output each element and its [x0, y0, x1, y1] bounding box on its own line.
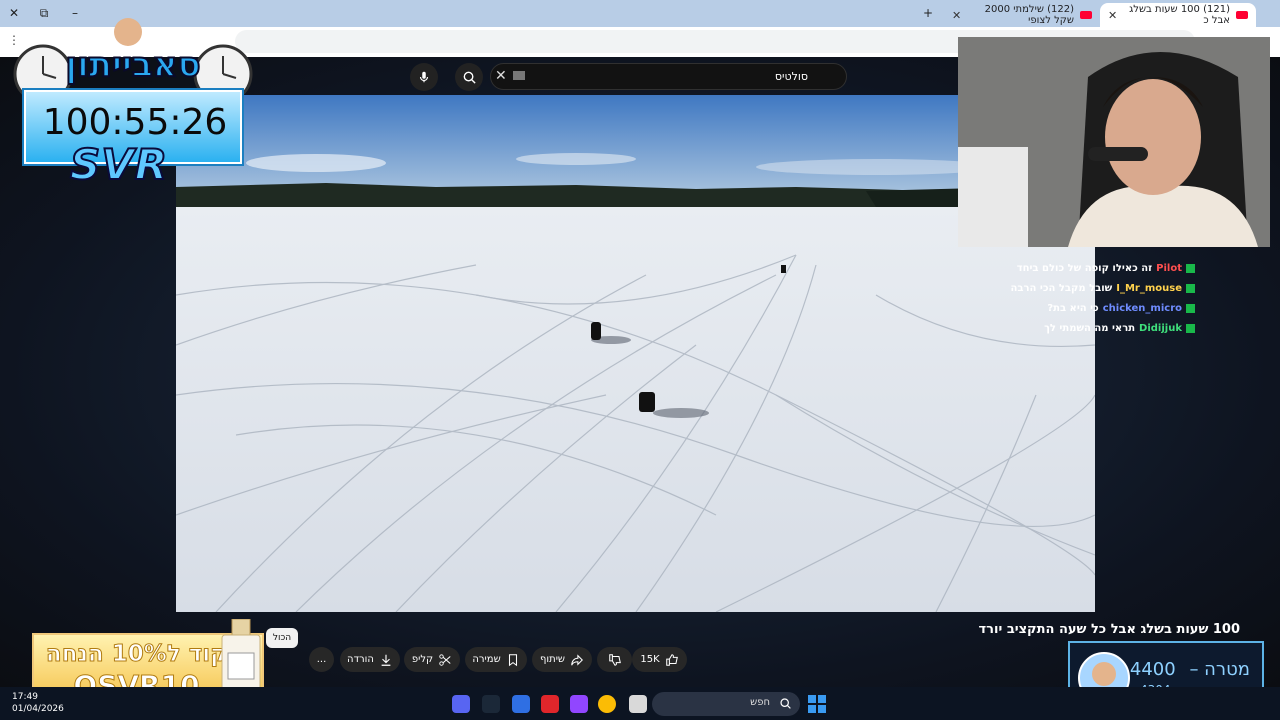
bookmark-icon: [508, 653, 517, 666]
goal-target: 4400: [1129, 659, 1176, 680]
search-icon: [463, 71, 476, 84]
download-icon: [381, 654, 391, 666]
chat-message: Pilot זה כאילו קופה של כולם ביחד: [975, 258, 1195, 278]
chat-username: Pilot: [1156, 262, 1182, 274]
twitch-icon[interactable]: [570, 695, 588, 713]
microphone-icon: [419, 71, 429, 83]
keyboard-icon[interactable]: [513, 71, 525, 80]
thumbs-up-icon: [665, 653, 678, 666]
voice-search-button[interactable]: [410, 63, 438, 91]
search-button[interactable]: [455, 63, 483, 91]
share-icon: [571, 653, 584, 666]
mod-badge-icon: [1186, 303, 1195, 313]
chat-username: I_Mr_mouse: [1116, 282, 1182, 294]
webcam-feed: [958, 37, 1270, 247]
screen: ✕ ⧉ – (122) שילמתי 2000 שקל לצופי ✕ (121…: [0, 0, 1280, 720]
webcam-image: [958, 37, 1270, 247]
search-icon: [780, 698, 791, 709]
tab-active[interactable]: (121) 100 שעות בשלג אבל כ ✕: [1100, 3, 1256, 27]
chat-text: תראי מה השמתי לך: [1044, 322, 1136, 334]
clock-time: 17:49: [12, 692, 38, 702]
new-tab-button[interactable]: +: [918, 4, 938, 22]
steam-icon[interactable]: [482, 695, 500, 713]
taskbar-search-placeholder: חפש: [750, 697, 770, 708]
download-label: הורדה: [347, 654, 374, 665]
taskbar-search[interactable]: חפש: [652, 692, 800, 716]
youtube-icon: [1236, 11, 1248, 19]
more-actions-button[interactable]: ...: [309, 647, 334, 672]
chat-text: שובל מקבל הכי הרבה: [1010, 282, 1113, 294]
chrome-icon[interactable]: [598, 695, 616, 713]
chat-text: כי היא בת?: [1047, 302, 1099, 314]
logo-text: סאבייתון: [65, 45, 200, 85]
notepad-icon[interactable]: [512, 695, 530, 713]
app-icon[interactable]: [541, 695, 559, 713]
chat-username: Didijjuk: [1139, 322, 1182, 334]
clip-label: קליפ: [411, 654, 434, 665]
share-button[interactable]: שיתוף: [532, 647, 592, 672]
save-button[interactable]: שמירה: [465, 647, 527, 672]
tab-secondary[interactable]: (122) שילמתי 2000 שקל לצופי ✕: [944, 3, 1100, 27]
chat-message: I_Mr_mouse שובל מקבל הכי הרבה: [975, 278, 1195, 298]
clock-date: 01/04/2026: [12, 704, 64, 714]
share-label: שיתוף: [540, 654, 566, 665]
save-label: שמירה: [472, 654, 501, 665]
promo-text: קוד ל10% הנחה: [45, 641, 228, 668]
goal-title: מטרה –: [1189, 659, 1250, 680]
like-button[interactable]: 15K: [632, 647, 687, 672]
tab-close-icon[interactable]: ✕: [952, 9, 961, 22]
thumbs-down-icon: [608, 653, 621, 666]
more-dots-icon: ...: [316, 654, 327, 665]
search-input[interactable]: סולטיס: [490, 63, 847, 90]
tab-title: (121) 100 שעות בשלג אבל כ: [1129, 4, 1230, 26]
tab-title: (122) שילמתי 2000 שקל לצופי: [984, 4, 1074, 26]
windows-start-icon[interactable]: [808, 695, 826, 713]
clock[interactable]: 17:49 01/04/2026: [12, 691, 64, 715]
search-query: סולטיס: [774, 70, 808, 83]
chat-message: Didijjuk תראי מה השמתי לך: [975, 318, 1195, 338]
all-chip-label: הכול: [272, 633, 292, 643]
video-title: 100 שעות בשלג אבל כל שעה התקציב יורד: [978, 622, 1240, 637]
discord-icon[interactable]: [452, 695, 470, 713]
chat-overlay: Pilot זה כאילו קופה של כולם ביחד I_Mr_mo…: [975, 258, 1195, 338]
tab-close-icon[interactable]: ✕: [1108, 9, 1117, 22]
download-button[interactable]: הורדה: [340, 647, 400, 672]
mod-badge-icon: [1186, 263, 1195, 273]
mod-badge-icon: [1186, 283, 1195, 293]
mod-badge-icon: [1186, 323, 1195, 333]
scissors-icon: [439, 653, 451, 666]
goal-label: מטרה – 4400: [1130, 659, 1250, 680]
chat-username: chicken_micro: [1102, 302, 1182, 314]
clip-button[interactable]: קליפ: [404, 647, 460, 672]
task-view-icon[interactable]: [629, 695, 647, 713]
chat-message: chicken_micro כי היא בת?: [975, 298, 1195, 318]
like-count: 15K: [640, 654, 660, 665]
all-chip[interactable]: הכול: [266, 628, 298, 648]
channel-tag: SVR: [69, 139, 169, 190]
chat-text: זה כאילו קופה של כולם ביחד: [1016, 262, 1153, 274]
dislike-button[interactable]: [597, 647, 632, 672]
clear-search-icon[interactable]: ✕: [495, 68, 507, 84]
youtube-icon: [1080, 11, 1092, 19]
timer-value: 100:55:26: [42, 102, 228, 143]
